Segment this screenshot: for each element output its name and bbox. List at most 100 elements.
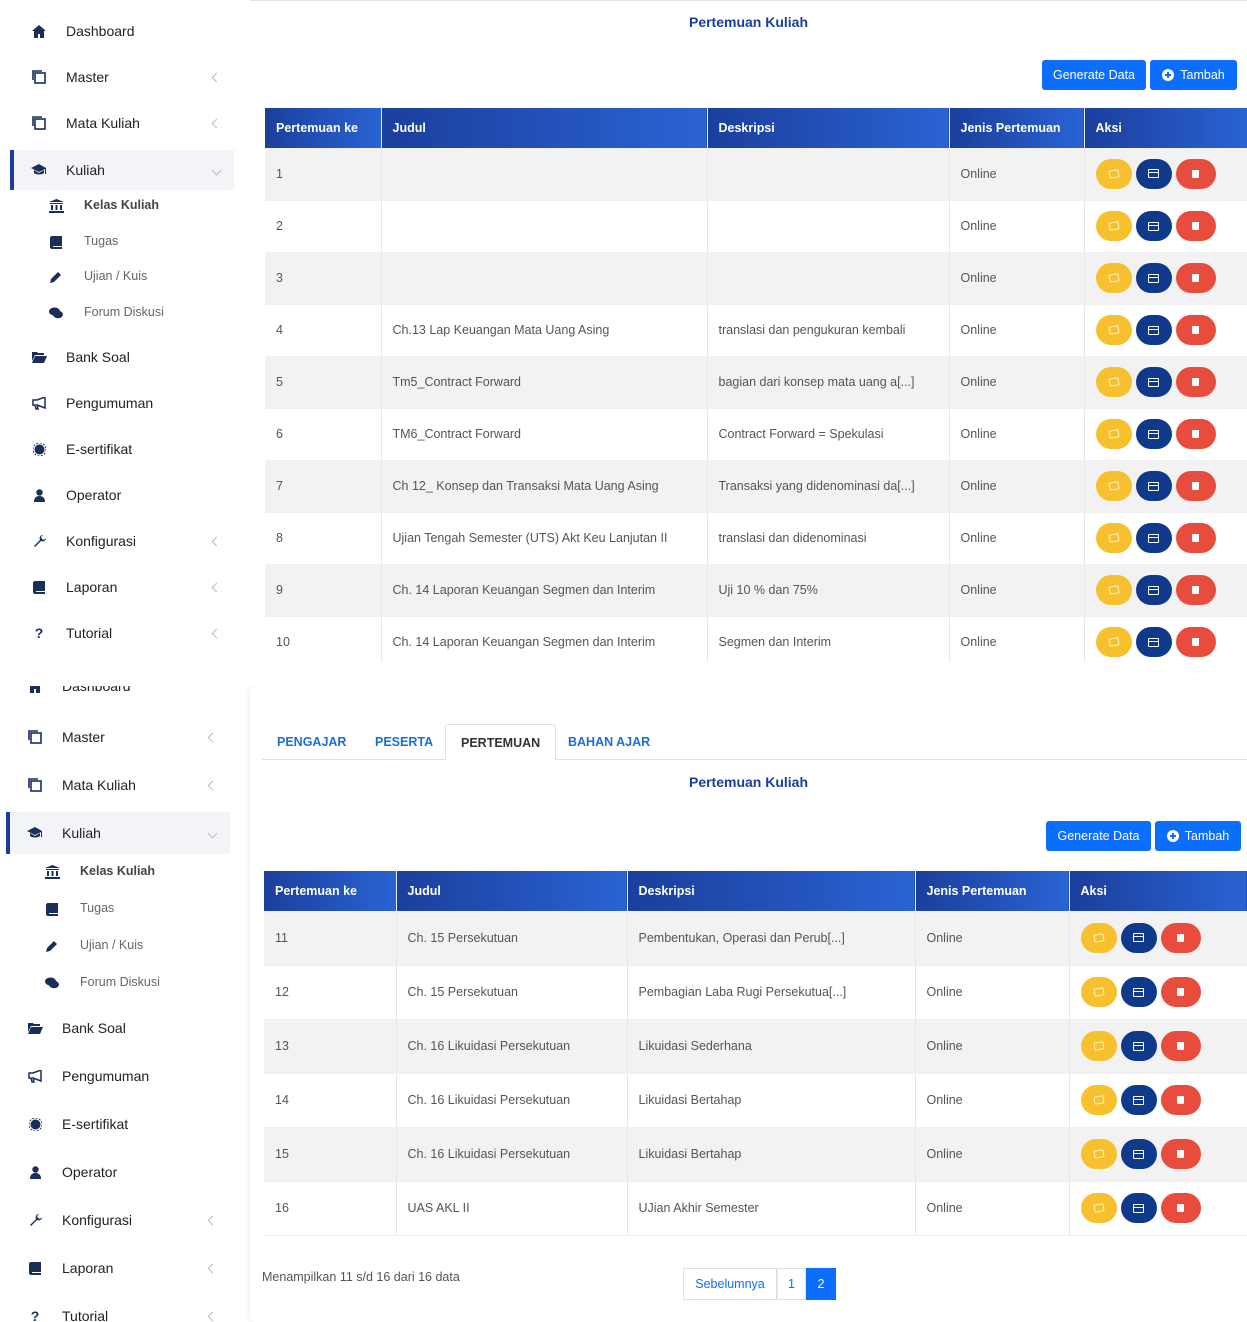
delete-button[interactable] [1160, 1139, 1201, 1169]
detail-button[interactable] [1120, 1139, 1157, 1169]
sidebar-item-laporan[interactable]: Laporan [6, 1255, 230, 1281]
edit-button[interactable] [1095, 575, 1132, 605]
edit-button[interactable] [1095, 367, 1132, 397]
sidebar-item-mata-kuliah[interactable]: Mata Kuliah [6, 772, 230, 798]
tambah-button[interactable]: Tambah [1155, 821, 1241, 851]
cell-deskripsi [707, 200, 950, 253]
sidebar-subitem-tugas[interactable]: Tugas [10, 234, 234, 252]
delete-button[interactable] [1160, 1085, 1201, 1115]
bullhorn-icon [30, 394, 48, 412]
sidebar-item-e-sertifikat[interactable]: E-sertifikat [10, 436, 234, 462]
sidebar-item-bank-soal[interactable]: Bank Soal [10, 344, 234, 370]
sidebar-subitem-kelas-kuliah[interactable]: Kelas Kuliah [10, 198, 234, 216]
sidebar-item-mata-kuliah[interactable]: Mata Kuliah [10, 110, 234, 136]
pagination-page-button-active[interactable]: 2 [806, 1268, 836, 1300]
pagination-prev-button[interactable]: Sebelumnya [683, 1268, 777, 1300]
sidebar-item-tutorial[interactable]: ? Tutorial [10, 620, 234, 646]
delete-button[interactable] [1175, 627, 1216, 657]
book-icon [30, 578, 48, 596]
edit-button[interactable] [1080, 1193, 1117, 1223]
edit-button[interactable] [1095, 211, 1132, 241]
detail-button[interactable] [1120, 977, 1157, 1007]
edit-button[interactable] [1095, 419, 1132, 449]
delete-button[interactable] [1160, 1031, 1201, 1061]
delete-button[interactable] [1160, 1193, 1201, 1223]
detail-button[interactable] [1135, 419, 1172, 449]
detail-button[interactable] [1120, 922, 1157, 953]
pagination-page-button[interactable]: 1 [777, 1268, 806, 1300]
sidebar-item-kuliah[interactable]: Kuliah [6, 812, 230, 854]
delete-button[interactable] [1175, 211, 1216, 241]
sidebar-item-pengumuman[interactable]: Pengumuman [6, 1063, 230, 1089]
edit-button[interactable] [1095, 471, 1132, 501]
delete-button[interactable] [1160, 977, 1201, 1007]
detail-button[interactable] [1120, 1031, 1157, 1061]
tab-bahan-ajar[interactable]: BAHAN AJAR [553, 724, 665, 760]
column-header[interactable]: Judul [396, 871, 628, 911]
column-header[interactable]: Pertemuan ke [265, 108, 382, 148]
detail-button[interactable] [1120, 1085, 1157, 1115]
sidebar-subitem-forum-diskusi[interactable]: Forum Diskusi [6, 975, 230, 993]
detail-button[interactable] [1135, 158, 1172, 189]
detail-button[interactable] [1135, 315, 1172, 345]
generate-data-button[interactable]: Generate Data [1042, 60, 1146, 90]
sidebar-item-operator[interactable]: Operator [10, 482, 234, 508]
edit-button[interactable] [1080, 1139, 1117, 1169]
edit-button[interactable] [1080, 922, 1117, 953]
sidebar-subitem-tugas[interactable]: Tugas [6, 901, 230, 919]
edit-button[interactable] [1080, 1031, 1117, 1061]
edit-button[interactable] [1095, 523, 1132, 553]
detail-button[interactable] [1135, 367, 1172, 397]
column-header[interactable]: Judul [381, 108, 708, 148]
edit-button[interactable] [1080, 1085, 1117, 1115]
delete-button[interactable] [1160, 922, 1201, 953]
sidebar-subitem-ujian-kuis[interactable]: Ujian / Kuis [10, 269, 234, 287]
edit-button[interactable] [1080, 977, 1117, 1007]
sidebar-item-laporan[interactable]: Laporan [10, 574, 234, 600]
tab-pengajar[interactable]: PENGAJAR [262, 724, 361, 760]
edit-button[interactable] [1095, 315, 1132, 345]
detail-button[interactable] [1135, 575, 1172, 605]
detail-button[interactable] [1135, 627, 1172, 657]
sidebar-item-master[interactable]: Master [6, 724, 230, 750]
detail-button[interactable] [1135, 263, 1172, 293]
column-header[interactable]: Deskripsi [627, 871, 916, 911]
delete-button[interactable] [1175, 158, 1216, 189]
sidebar-item-konfigurasi[interactable]: Konfigurasi [10, 528, 234, 554]
delete-button[interactable] [1175, 263, 1216, 293]
sidebar-item-dashboard[interactable]: Dashboard [10, 18, 234, 44]
tab-peserta[interactable]: PESERTA [360, 724, 448, 760]
sidebar-item-e-sertifikat[interactable]: E-sertifikat [6, 1111, 230, 1137]
generate-data-button[interactable]: Generate Data [1046, 821, 1151, 851]
tambah-button[interactable]: Tambah [1150, 60, 1237, 90]
detail-button[interactable] [1135, 211, 1172, 241]
detail-button[interactable] [1135, 471, 1172, 501]
delete-button[interactable] [1175, 523, 1216, 553]
delete-button[interactable] [1175, 575, 1216, 605]
sidebar-item-bank-soal[interactable]: Bank Soal [6, 1015, 230, 1041]
column-header[interactable]: Pertemuan ke [264, 871, 397, 911]
sidebar-item-tutorial[interactable]: ? Tutorial [6, 1303, 230, 1322]
sidebar-item-dashboard[interactable]: Dashboard [6, 686, 230, 696]
sidebar-subitem-forum-diskusi[interactable]: Forum Diskusi [10, 305, 234, 323]
sidebar-item-operator[interactable]: Operator [6, 1159, 230, 1185]
sidebar-item-konfigurasi[interactable]: Konfigurasi [6, 1207, 230, 1233]
edit-button[interactable] [1095, 158, 1132, 189]
sidebar-subitem-kelas-kuliah[interactable]: Kelas Kuliah [6, 864, 230, 882]
delete-button[interactable] [1175, 471, 1216, 501]
delete-button[interactable] [1175, 367, 1216, 397]
sidebar-item-kuliah[interactable]: Kuliah [10, 150, 234, 190]
delete-button[interactable] [1175, 315, 1216, 345]
detail-button[interactable] [1120, 1193, 1157, 1223]
sidebar-item-master[interactable]: Master [10, 64, 234, 90]
column-header[interactable]: Jenis Pertemuan [915, 871, 1070, 911]
tab-pertemuan[interactable]: PERTEMUAN [445, 724, 557, 761]
sidebar-item-pengumuman[interactable]: Pengumuman [10, 390, 234, 416]
sidebar-subitem-ujian-kuis[interactable]: Ujian / Kuis [6, 938, 230, 956]
column-header[interactable]: Jenis Pertemuan [949, 108, 1085, 148]
column-header[interactable]: Deskripsi [707, 108, 950, 148]
detail-button[interactable] [1135, 523, 1172, 553]
edit-button[interactable] [1095, 627, 1132, 657]
edit-button[interactable] [1095, 263, 1132, 293]
delete-button[interactable] [1175, 419, 1216, 449]
